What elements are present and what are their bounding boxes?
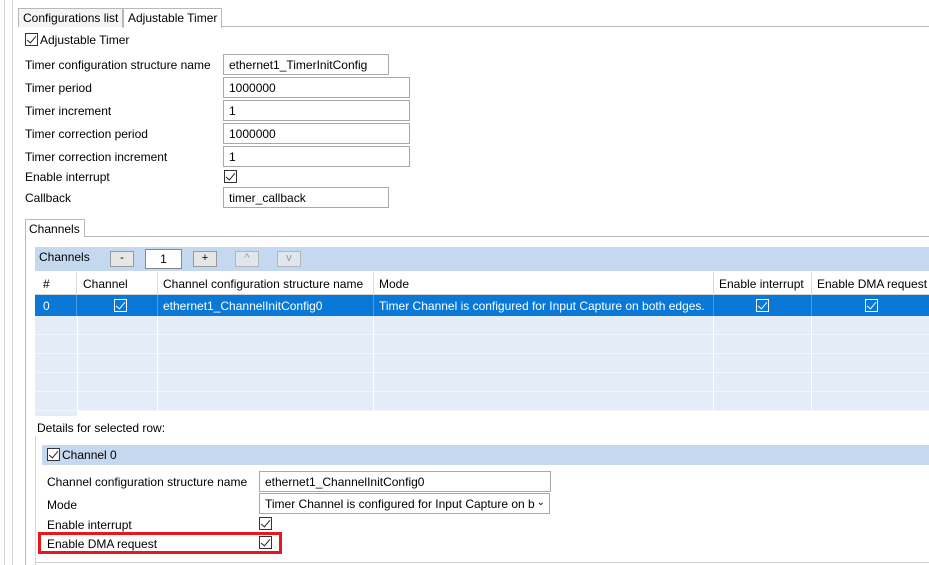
timer-enable-interrupt-checkbox[interactable] <box>224 170 237 183</box>
timer-enable-interrupt-label: Enable interrupt <box>25 170 110 184</box>
channels-group-tab[interactable]: Channels <box>25 219 85 237</box>
row-enable-dma-checkbox[interactable] <box>865 299 878 312</box>
timer-correction-period-input[interactable]: 1000000 <box>223 123 410 144</box>
timer-correction-period-label: Timer correction period <box>25 127 148 141</box>
column-divider <box>811 316 812 411</box>
column-divider <box>373 316 374 411</box>
timer-period-input[interactable]: 1000000 <box>223 77 410 98</box>
details-bottom-border <box>35 562 929 563</box>
adjustable-timer-checkbox[interactable] <box>25 33 38 46</box>
column-divider <box>77 316 78 411</box>
detail-struct-name-input[interactable]: ethernet1_ChannelInitConfig0 <box>259 471 551 492</box>
channel-enable-checkbox[interactable] <box>47 448 60 461</box>
detail-enable-interrupt-label: Enable interrupt <box>47 518 132 532</box>
row-channel-checkbox[interactable] <box>114 299 127 312</box>
channel-details-label: Channel 0 <box>62 448 117 462</box>
row-enable-interrupt-checkbox[interactable] <box>756 299 769 312</box>
detail-mode-value: Timer Channel is configured for Input Ca… <box>265 497 535 511</box>
channel-details-header <box>42 445 929 465</box>
column-header-struct-name[interactable]: Channel configuration structure name <box>157 272 374 295</box>
table-scroll-stub <box>35 411 77 416</box>
tab-adjustable-timer[interactable]: Adjustable Timer <box>123 8 223 28</box>
timer-period-label: Timer period <box>25 81 92 95</box>
adjustable-timer-label: Adjustable Timer <box>40 33 130 47</box>
detail-mode-label: Mode <box>47 498 78 512</box>
detail-struct-name-label: Channel configuration structure name <box>47 475 248 489</box>
detail-mode-select[interactable]: Timer Channel is configured for Input Ca… <box>259 493 550 514</box>
cell-index: 0 <box>37 295 77 316</box>
table-empty-area <box>35 316 929 411</box>
window-border-left <box>4 0 5 565</box>
column-header-enable-interrupt[interactable]: Enable interrupt <box>713 272 812 295</box>
timer-increment-label: Timer increment <box>25 104 112 118</box>
channel-count-input[interactable]: 1 <box>145 249 182 269</box>
callback-label: Callback <box>25 191 72 205</box>
channels-toolbar-label: Channels <box>39 250 90 264</box>
highlight-box <box>38 532 282 554</box>
details-title: Details for selected row: <box>37 421 166 435</box>
window-border-inner <box>12 0 13 565</box>
detail-enable-interrupt-checkbox[interactable] <box>259 517 272 530</box>
cell-mode: Timer Channel is configured for Input Ca… <box>373 295 714 316</box>
column-divider <box>713 316 714 411</box>
timer-correction-increment-input[interactable]: 1 <box>223 146 410 167</box>
remove-row-button[interactable]: - <box>110 251 134 267</box>
chevron-down-icon: ⌄ <box>536 497 545 508</box>
column-divider <box>157 316 158 411</box>
column-header-enable-dma[interactable]: Enable DMA request <box>811 272 929 295</box>
timer-correction-increment-label: Timer correction increment <box>25 150 168 164</box>
callback-input[interactable]: timer_callback <box>223 187 389 208</box>
column-header-index[interactable]: # <box>37 272 77 295</box>
cell-struct-name: ethernet1_ChannelInitConfig0 <box>157 295 374 316</box>
timer-struct-name-input[interactable]: ethernet1_TimerInitConfig <box>223 54 389 75</box>
column-header-channel[interactable]: Channel <box>77 272 158 295</box>
timer-increment-input[interactable]: 1 <box>223 100 410 121</box>
move-down-button[interactable]: v <box>277 251 301 267</box>
timer-struct-name-label: Timer configuration structure name <box>25 58 211 72</box>
move-up-button[interactable]: ^ <box>235 251 259 267</box>
tab-configurations-list[interactable]: Configurations list <box>18 8 124 27</box>
column-header-mode[interactable]: Mode <box>373 272 714 295</box>
add-row-button[interactable]: + <box>193 251 217 267</box>
